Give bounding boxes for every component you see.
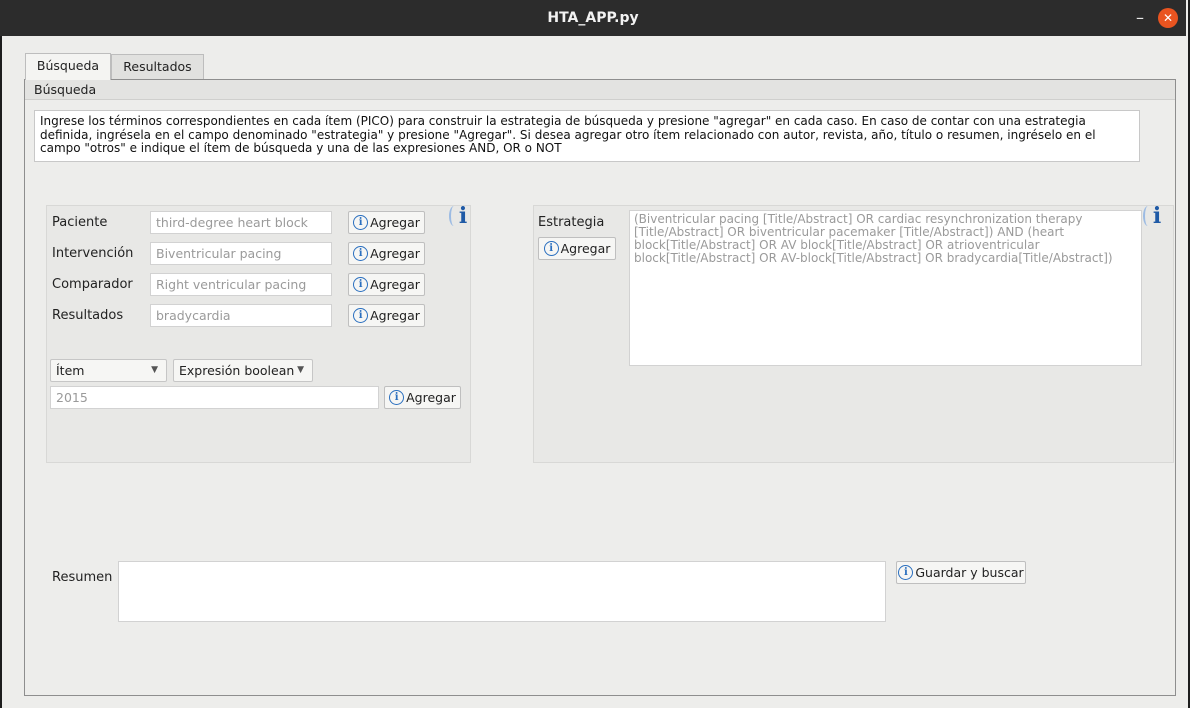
pico-info-glyph: i <box>458 203 468 229</box>
info-icon: i <box>353 246 369 261</box>
button-label: Guardar y buscar <box>915 565 1024 580</box>
button-label: Agregar <box>560 241 611 256</box>
resultados-input[interactable]: bradycardia <box>150 304 332 327</box>
boolean-select-value: Expresión boolean <box>179 363 295 378</box>
summary-textarea[interactable] <box>118 561 886 622</box>
group-header <box>25 80 1175 100</box>
info-icon: i <box>389 390 405 405</box>
label-resultados: Resultados <box>52 308 124 323</box>
comparador-input[interactable]: Right ventricular pacing <box>150 273 332 296</box>
label-comparador: Comparador <box>52 277 133 292</box>
button-label: Agregar <box>370 308 420 323</box>
info-icon: i <box>353 277 369 292</box>
strategy-textarea[interactable]: (Biventricular pacing [Title/Abstract] O… <box>629 210 1142 366</box>
minimize-button[interactable]: – <box>1130 8 1150 28</box>
strategy-add-button[interactable]: i Agregar <box>538 237 616 260</box>
label-estrategia: Estrategia <box>538 215 605 230</box>
info-icon: i <box>353 308 369 323</box>
paciente-add-button[interactable]: i Agregar <box>348 211 425 234</box>
pico-info-icon[interactable]: i <box>449 203 474 229</box>
comparador-add-button[interactable]: i Agregar <box>348 273 425 296</box>
info-icon: i <box>353 215 369 230</box>
label-intervencion: Intervención <box>52 246 134 261</box>
tab-busqueda[interactable]: Búsqueda <box>25 53 111 80</box>
button-label: Agregar <box>406 390 456 405</box>
intervencion-add-button[interactable]: i Agregar <box>348 242 425 265</box>
label-paciente: Paciente <box>52 215 108 230</box>
resultados-add-button[interactable]: i Agregar <box>348 304 425 327</box>
group-title: Búsqueda <box>34 82 97 97</box>
boolean-select[interactable]: Expresión boolean ▼ <box>173 359 313 382</box>
info-icon: i <box>898 565 914 580</box>
other-add-button[interactable]: i Agregar <box>384 386 461 409</box>
instructions-text: Ingrese los términos correspondientes en… <box>34 110 1140 162</box>
other-input[interactable]: 2015 <box>50 386 379 409</box>
info-icon: i <box>543 241 559 256</box>
tab-resultados[interactable]: Resultados <box>111 54 204 80</box>
save-and-search-button[interactable]: i Guardar y buscar <box>896 561 1026 584</box>
button-label: Agregar <box>370 277 420 292</box>
chevron-down-icon: ▼ <box>151 365 158 375</box>
strategy-info-glyph: i <box>1152 203 1162 229</box>
window-title: HTA_APP.py <box>547 10 639 26</box>
paciente-input[interactable]: third-degree heart block <box>150 211 332 234</box>
chevron-down-icon: ▼ <box>297 365 304 375</box>
item-select[interactable]: Ítem ▼ <box>50 359 167 382</box>
strategy-info-icon[interactable]: i <box>1143 203 1168 229</box>
button-label: Agregar <box>370 246 420 261</box>
item-select-value: Ítem <box>56 363 85 378</box>
close-button[interactable]: ✕ <box>1158 8 1178 28</box>
button-label: Agregar <box>370 215 420 230</box>
label-resumen: Resumen <box>52 570 113 585</box>
intervencion-input[interactable]: Biventricular pacing <box>150 242 332 265</box>
